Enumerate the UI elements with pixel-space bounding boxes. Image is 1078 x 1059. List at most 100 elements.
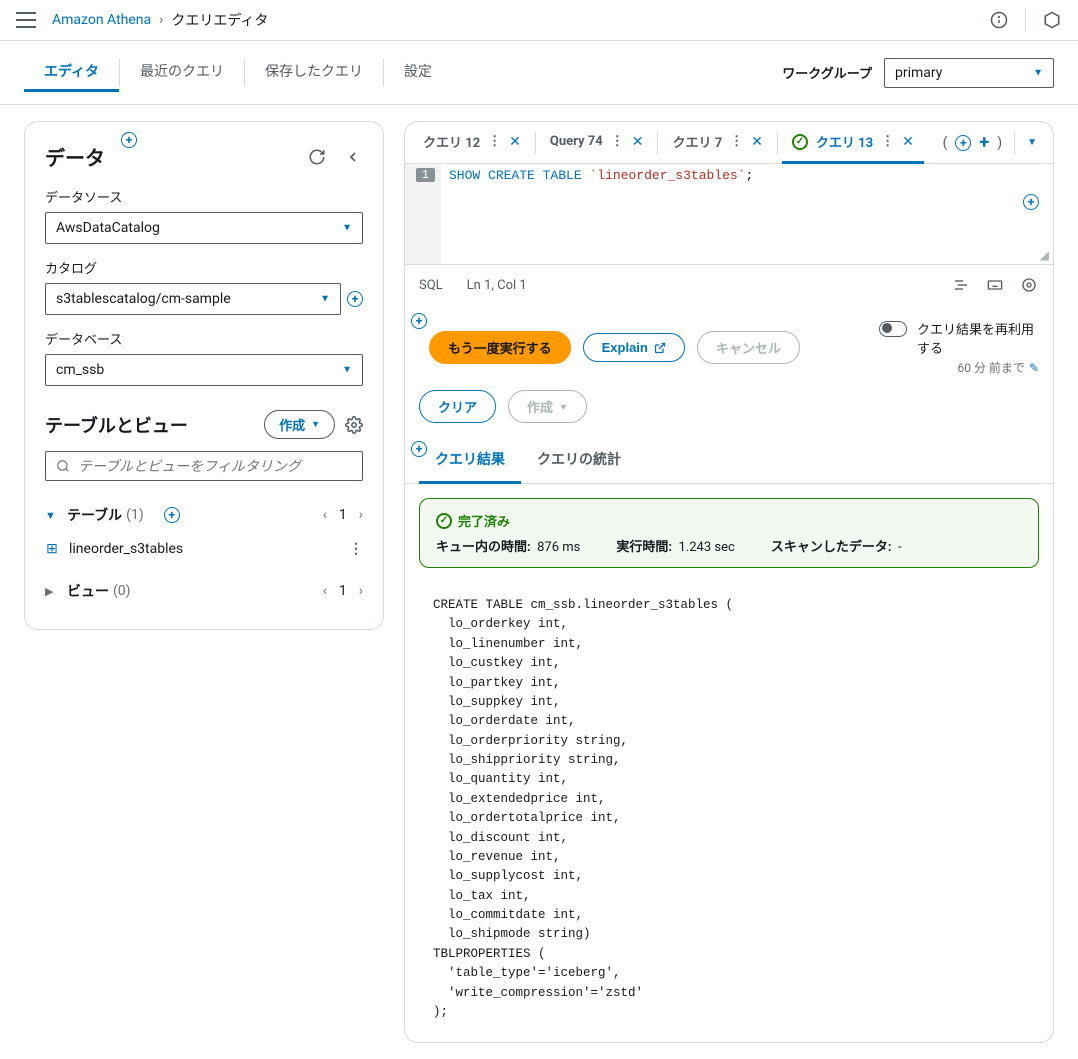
tables-label: テーブル xyxy=(67,505,122,525)
status-done: 完了済み xyxy=(458,511,510,530)
add-table-icon[interactable]: + xyxy=(164,507,180,523)
filter-input[interactable] xyxy=(78,458,352,474)
format-icon[interactable] xyxy=(951,275,971,295)
tab-settings[interactable]: 設定 xyxy=(384,53,452,92)
create-button-disabled: 作成▼ xyxy=(508,390,587,423)
tables-views-title: テーブルとビュー xyxy=(45,412,188,438)
data-panel-title: データ xyxy=(45,142,105,171)
query-tab-7[interactable]: クエリ 7 ⋮ ✕ xyxy=(662,122,772,164)
workgroup-select[interactable]: primary xyxy=(884,58,1054,88)
divider xyxy=(657,132,658,154)
close-tab-icon[interactable]: ✕ xyxy=(509,134,521,150)
gear-icon[interactable] xyxy=(345,416,363,434)
tables-count: (1) xyxy=(126,507,144,523)
reuse-label: クエリ結果を再利用する xyxy=(917,319,1039,357)
tab-menu-icon[interactable]: ⋮ xyxy=(730,134,743,149)
next-page-icon[interactable]: › xyxy=(359,507,363,523)
close-tab-icon[interactable]: ✕ xyxy=(751,134,763,150)
cancel-button: キャンセル xyxy=(697,331,800,364)
breadcrumb-service-link[interactable]: Amazon Athena xyxy=(52,12,151,28)
close-tab-icon[interactable]: ✕ xyxy=(902,134,914,150)
keyboard-icon[interactable] xyxy=(985,275,1005,295)
query-tab-12[interactable]: クエリ 12 ⋮ ✕ xyxy=(413,122,531,164)
prev-page-icon[interactable]: ‹ xyxy=(323,583,327,599)
query-tab-74[interactable]: Query 74 ⋮ ✕ xyxy=(540,124,654,163)
datasource-select[interactable]: AwsDataCatalog xyxy=(45,212,363,244)
divider xyxy=(535,132,536,154)
info-icon[interactable] xyxy=(989,10,1009,30)
clear-button[interactable]: クリア xyxy=(419,390,496,423)
catalog-select[interactable]: s3tablescatalog/cm-sample xyxy=(45,283,341,315)
expand-views-icon[interactable]: ▶ xyxy=(45,585,57,598)
next-page-icon[interactable]: › xyxy=(359,583,363,599)
tab-menu-icon[interactable]: ⋮ xyxy=(611,134,624,149)
stats-tab[interactable]: クエリの統計 xyxy=(521,437,637,484)
search-icon xyxy=(56,459,70,473)
result-sql: CREATE TABLE cm_ssb.lineorder_s3tables (… xyxy=(405,582,1053,1042)
close-tab-icon[interactable]: ✕ xyxy=(632,134,644,150)
editor-lang: SQL xyxy=(419,278,443,293)
refresh-icon[interactable] xyxy=(307,147,327,167)
reuse-toggle[interactable] xyxy=(879,321,907,337)
resize-handle[interactable]: ◢ xyxy=(1040,248,1049,262)
run-button[interactable]: もう一度実行する xyxy=(429,331,571,364)
status-box: ✓ 完了済み キュー内の時間: 876 ms 実行時間: 1.243 sec ス… xyxy=(419,498,1039,568)
filter-input-wrapper[interactable] xyxy=(45,451,363,481)
tables-page: 1 xyxy=(339,507,347,523)
database-label: データベース xyxy=(45,329,363,348)
tab-dropdown-icon[interactable]: ▼ xyxy=(1027,137,1037,148)
line-gutter: 1 xyxy=(405,164,441,264)
tab-recent[interactable]: 最近のクエリ xyxy=(120,53,244,92)
views-count: (0) xyxy=(113,583,131,599)
views-page: 1 xyxy=(339,583,347,599)
caret-down-icon: ▼ xyxy=(559,402,568,412)
breadcrumb: Amazon Athena › クエリエディタ xyxy=(52,10,268,30)
editor-plus-icon[interactable]: + xyxy=(1023,194,1039,210)
data-panel: + データ データソース AwsDataCatalog カタログ s3table… xyxy=(24,121,384,630)
settings-icon[interactable] xyxy=(1019,275,1039,295)
breadcrumb-page: クエリエディタ xyxy=(171,10,268,30)
results-tab[interactable]: クエリ結果 xyxy=(419,437,521,484)
plus-icon[interactable]: + xyxy=(411,441,427,457)
table-name: lineorder_s3tables xyxy=(69,541,183,557)
tab-menu-icon[interactable]: ⋮ xyxy=(881,134,894,149)
expand-table-icon[interactable]: ⊞ xyxy=(45,541,59,557)
plus-icon[interactable]: + xyxy=(121,132,137,148)
table-row[interactable]: ⊞ lineorder_s3tables ⋮ xyxy=(45,533,363,565)
workgroup-label: ワークグループ xyxy=(782,63,872,82)
expand-tables-icon[interactable]: ▼ xyxy=(45,509,57,522)
create-button[interactable]: 作成▼ xyxy=(264,410,335,439)
caret-down-icon: ▼ xyxy=(311,419,320,430)
divider xyxy=(1014,132,1015,154)
check-icon: ✓ xyxy=(436,513,452,529)
tab-editor[interactable]: エディタ xyxy=(24,53,119,92)
divider xyxy=(1025,8,1026,32)
edit-icon[interactable]: ✎ xyxy=(1029,361,1039,375)
menu-icon[interactable] xyxy=(16,12,36,28)
editor-cursor-pos: Ln 1, Col 1 xyxy=(467,278,527,293)
views-label: ビュー xyxy=(67,581,109,601)
sql-editor[interactable]: 1 SHOW CREATE TABLE `lineorder_s3tables`… xyxy=(405,164,1053,264)
prev-page-icon[interactable]: ‹ xyxy=(323,507,327,523)
query-panel: クエリ 12 ⋮ ✕ Query 74 ⋮ ✕ クエリ 7 ⋮ ✕ ✓ クエリ … xyxy=(404,121,1054,1043)
catalog-label: カタログ xyxy=(45,258,363,277)
plus-icon[interactable]: + xyxy=(955,135,971,151)
database-select[interactable]: cm_ssb xyxy=(45,354,363,386)
paren-close: ) xyxy=(997,135,1002,151)
add-tab-icon[interactable]: + xyxy=(979,132,989,153)
query-tab-13[interactable]: ✓ クエリ 13 ⋮ ✕ xyxy=(782,122,924,164)
plus-icon[interactable]: + xyxy=(411,313,427,329)
datasource-label: データソース xyxy=(45,187,363,206)
explain-button[interactable]: Explain xyxy=(583,333,685,362)
tab-menu-icon[interactable]: ⋮ xyxy=(488,134,501,149)
table-actions-icon[interactable]: ⋮ xyxy=(349,541,363,557)
add-catalog-icon[interactable]: + xyxy=(347,291,363,307)
check-icon: ✓ xyxy=(792,134,808,150)
paren-open: ( xyxy=(943,135,948,151)
code-area[interactable]: SHOW CREATE TABLE `lineorder_s3tables`; xyxy=(441,164,1053,264)
collapse-icon[interactable] xyxy=(343,147,363,167)
hexagon-icon[interactable] xyxy=(1042,10,1062,30)
chevron-right-icon: › xyxy=(159,12,163,28)
tab-saved[interactable]: 保存したクエリ xyxy=(245,53,383,92)
divider xyxy=(777,132,778,154)
